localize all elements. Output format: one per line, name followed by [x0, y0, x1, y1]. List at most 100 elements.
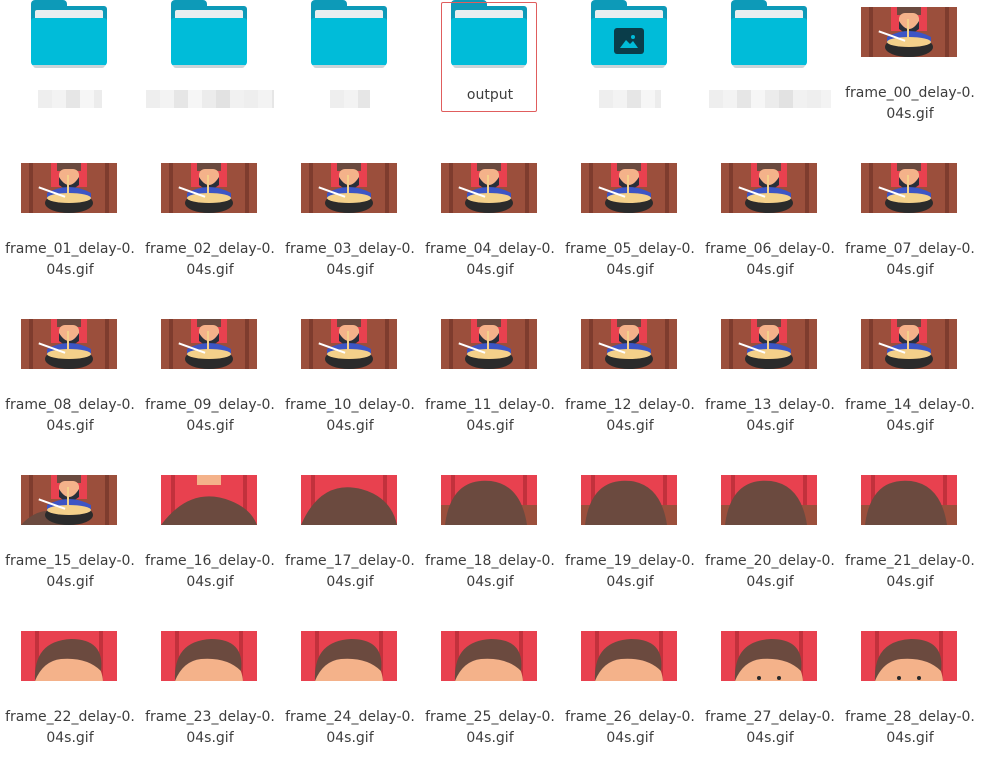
file-name: frame_02_delay-0. 04s.gif: [145, 241, 275, 278]
gif-thumbnail: [301, 319, 397, 369]
gif-thumbnail: [861, 475, 957, 525]
file-item[interactable]: frame_20_delay-0. 04s.gif: [700, 468, 840, 624]
file-item[interactable]: frame_22_delay-0. 04s.gif: [0, 624, 140, 780]
folder-item[interactable]: [280, 0, 420, 156]
gif-thumbnail: [861, 631, 957, 681]
file-name: frame_26_delay-0. 04s.gif: [565, 709, 695, 746]
file-item[interactable]: frame_00_delay-0. 04s.gif: [840, 0, 980, 156]
gif-thumbnail: [581, 631, 677, 681]
file-item[interactable]: frame_12_delay-0. 04s.gif: [560, 312, 700, 468]
file-name: frame_14_delay-0. 04s.gif: [845, 397, 975, 434]
gif-thumbnail: [721, 319, 817, 369]
gif-thumbnail: [721, 631, 817, 681]
file-item[interactable]: frame_23_delay-0. 04s.gif: [140, 624, 280, 780]
file-item[interactable]: frame_08_delay-0. 04s.gif: [0, 312, 140, 468]
file-name: frame_06_delay-0. 04s.gif: [705, 241, 835, 278]
file-name: frame_11_delay-0. 04s.gif: [425, 397, 555, 434]
gif-thumbnail: [581, 475, 677, 525]
file-name: frame_18_delay-0. 04s.gif: [425, 553, 555, 590]
file-name: frame_27_delay-0. 04s.gif: [705, 709, 835, 746]
file-name: frame_16_delay-0. 04s.gif: [145, 553, 275, 590]
gif-thumbnail: [21, 631, 117, 681]
folder-icon: [731, 0, 807, 68]
file-item[interactable]: frame_24_delay-0. 04s.gif: [280, 624, 420, 780]
file-item[interactable]: frame_06_delay-0. 04s.gif: [700, 156, 840, 312]
file-item[interactable]: frame_18_delay-0. 04s.gif: [420, 468, 560, 624]
gif-thumbnail: [161, 475, 257, 525]
file-name: frame_10_delay-0. 04s.gif: [285, 397, 415, 434]
blurred-name: [38, 90, 102, 108]
gif-thumbnail: [581, 163, 677, 213]
gif-thumbnail: [301, 475, 397, 525]
blurred-name: [330, 90, 370, 108]
file-item[interactable]: frame_11_delay-0. 04s.gif: [420, 312, 560, 468]
folder-icon: [171, 0, 247, 68]
file-name: frame_12_delay-0. 04s.gif: [565, 397, 695, 434]
gif-thumbnail: [441, 475, 537, 525]
file-name: frame_20_delay-0. 04s.gif: [705, 553, 835, 590]
file-item[interactable]: frame_03_delay-0. 04s.gif: [280, 156, 420, 312]
file-item[interactable]: frame_01_delay-0. 04s.gif: [0, 156, 140, 312]
blurred-name: [146, 90, 274, 108]
gif-thumbnail: [21, 163, 117, 213]
file-name: frame_08_delay-0. 04s.gif: [5, 397, 135, 434]
file-name: frame_22_delay-0. 04s.gif: [5, 709, 135, 746]
file-name: frame_24_delay-0. 04s.gif: [285, 709, 415, 746]
file-item[interactable]: frame_16_delay-0. 04s.gif: [140, 468, 280, 624]
file-item[interactable]: frame_25_delay-0. 04s.gif: [420, 624, 560, 780]
file-name: frame_17_delay-0. 04s.gif: [285, 553, 415, 590]
file-name: frame_28_delay-0. 04s.gif: [845, 709, 975, 746]
gif-thumbnail: [861, 319, 957, 369]
file-item[interactable]: frame_09_delay-0. 04s.gif: [140, 312, 280, 468]
gif-thumbnail: [721, 163, 817, 213]
folder-icon: [311, 0, 387, 68]
file-item[interactable]: frame_13_delay-0. 04s.gif: [700, 312, 840, 468]
folder-item[interactable]: [560, 0, 700, 156]
gif-thumbnail: [441, 163, 537, 213]
file-name: frame_21_delay-0. 04s.gif: [845, 553, 975, 590]
gif-thumbnail: [861, 163, 957, 213]
gif-thumbnail: [21, 475, 117, 525]
file-name: frame_15_delay-0. 04s.gif: [5, 553, 135, 590]
file-grid: output frame_00_delay-0. 04s.gif frame_01_d…: [0, 0, 991, 760]
file-item[interactable]: frame_21_delay-0. 04s.gif: [840, 468, 980, 624]
file-name: frame_07_delay-0. 04s.gif: [845, 241, 975, 278]
gif-thumbnail: [21, 319, 117, 369]
folder-item[interactable]: [0, 0, 140, 156]
file-item[interactable]: frame_17_delay-0. 04s.gif: [280, 468, 420, 624]
image-folder-icon: [591, 0, 667, 68]
gif-thumbnail: [161, 319, 257, 369]
file-name: frame_13_delay-0. 04s.gif: [705, 397, 835, 434]
file-item[interactable]: frame_28_delay-0. 04s.gif: [840, 624, 980, 780]
gif-thumbnail: [861, 7, 957, 57]
file-name: frame_01_delay-0. 04s.gif: [5, 241, 135, 278]
file-name: frame_03_delay-0. 04s.gif: [285, 241, 415, 278]
file-item[interactable]: frame_05_delay-0. 04s.gif: [560, 156, 700, 312]
file-item[interactable]: frame_02_delay-0. 04s.gif: [140, 156, 280, 312]
file-item[interactable]: frame_04_delay-0. 04s.gif: [420, 156, 560, 312]
folder-item[interactable]: [700, 0, 840, 156]
blurred-name: [709, 90, 831, 108]
gif-thumbnail: [301, 163, 397, 213]
gif-thumbnail: [441, 319, 537, 369]
blurred-name: [599, 90, 661, 108]
selection-outline: [441, 2, 537, 112]
gif-thumbnail: [161, 631, 257, 681]
gif-thumbnail: [441, 631, 537, 681]
folder-item[interactable]: [140, 0, 280, 156]
file-name: frame_05_delay-0. 04s.gif: [565, 241, 695, 278]
file-item[interactable]: frame_27_delay-0. 04s.gif: [700, 624, 840, 780]
file-item[interactable]: frame_26_delay-0. 04s.gif: [560, 624, 700, 780]
file-item[interactable]: frame_14_delay-0. 04s.gif: [840, 312, 980, 468]
file-name: frame_00_delay-0. 04s.gif: [845, 85, 975, 122]
file-item[interactable]: frame_07_delay-0. 04s.gif: [840, 156, 980, 312]
file-name: frame_09_delay-0. 04s.gif: [145, 397, 275, 434]
file-item[interactable]: frame_10_delay-0. 04s.gif: [280, 312, 420, 468]
folder-icon: [31, 0, 107, 68]
gif-thumbnail: [301, 631, 397, 681]
image-icon: [614, 28, 644, 54]
gif-thumbnail: [721, 475, 817, 525]
file-item[interactable]: frame_19_delay-0. 04s.gif: [560, 468, 700, 624]
file-name: frame_23_delay-0. 04s.gif: [145, 709, 275, 746]
file-item[interactable]: frame_15_delay-0. 04s.gif: [0, 468, 140, 624]
